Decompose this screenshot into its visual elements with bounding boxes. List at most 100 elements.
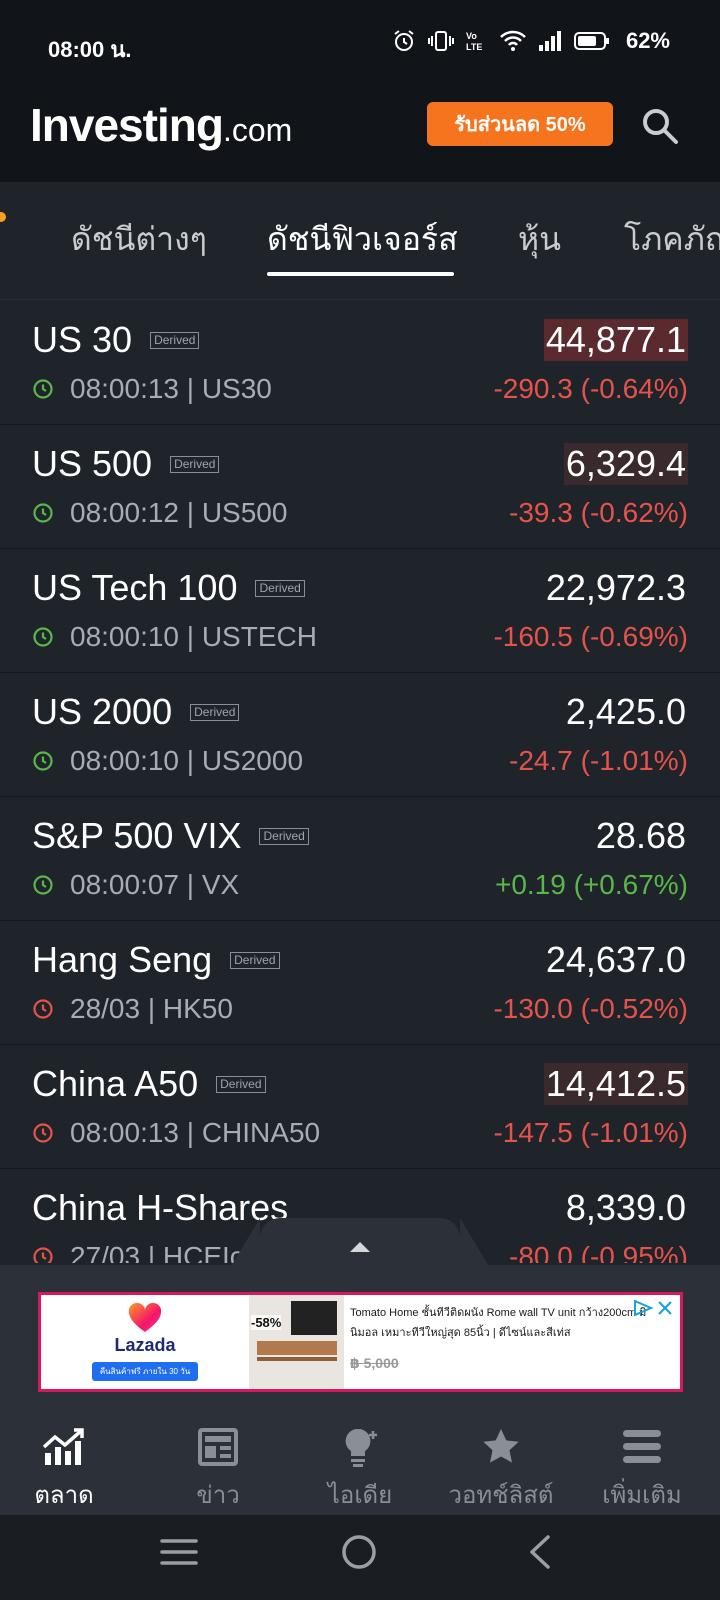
market-open-clock-icon bbox=[33, 875, 53, 895]
status-time: 08:00 น. bbox=[48, 37, 132, 62]
star-icon bbox=[483, 1429, 519, 1463]
active-tab-underline bbox=[267, 272, 454, 276]
derived-badge: Derived bbox=[259, 827, 309, 845]
market-chart-icon bbox=[42, 1428, 84, 1465]
instrument-meta: 08:00:10 | USTECH bbox=[70, 621, 317, 652]
instrument-row[interactable]: S&P 500 VIX Derived 28.68 08:00:07 | VX +… bbox=[0, 797, 720, 921]
instrument-price: 14,412.5 bbox=[543, 1063, 688, 1105]
instrument-price: 6,329.4 bbox=[563, 443, 688, 485]
instrument-name: US Tech 100 bbox=[32, 567, 238, 608]
nav-markets[interactable]: ตลาด bbox=[0, 1425, 134, 1514]
instrument-name: S&P 500 VIX bbox=[32, 815, 242, 856]
instrument-change: -160.5 (-0.69%) bbox=[493, 621, 688, 652]
category-tabs: ดัชนีต่างๆ ดัชนีฟิวเจอร์ส หุ้น โภคภัณ bbox=[0, 182, 720, 300]
recent-apps-icon bbox=[160, 1539, 198, 1565]
instrument-row[interactable]: US Tech 100 Derived 22,972.3 08:00:10 | U… bbox=[0, 549, 720, 673]
ad-brand-name: Lazada bbox=[114, 1335, 176, 1355]
ad-choices[interactable] bbox=[632, 1299, 674, 1317]
system-nav-bar bbox=[0, 1515, 720, 1600]
tab-stocks[interactable]: หุ้น bbox=[518, 214, 561, 265]
instrument-row[interactable]: China A50 Derived 14,412.5 08:00:13 | CHI… bbox=[0, 1045, 720, 1169]
derived-badge: Derived bbox=[170, 455, 220, 473]
instrument-row[interactable]: Hang Seng Derived 24,637.0 28/03 | HK50 -… bbox=[0, 921, 720, 1045]
instrument-change: -290.3 (-0.64%) bbox=[493, 373, 688, 404]
ad-collapse-handle[interactable] bbox=[230, 1218, 490, 1268]
market-open-clock-icon bbox=[33, 379, 53, 399]
instrument-price: 8,339.0 bbox=[565, 1187, 686, 1228]
derived-badge: Derived bbox=[190, 703, 240, 721]
signal-icon bbox=[538, 31, 561, 51]
tab-indicator-dot bbox=[0, 212, 6, 222]
instrument-change: +0.19 (+0.67%) bbox=[494, 869, 688, 900]
news-icon bbox=[198, 1428, 238, 1466]
instrument-row[interactable]: US 500 Derived 6,329.4 08:00:12 | US500 -… bbox=[0, 425, 720, 549]
nav-label: วอทช์ลิสต์ bbox=[448, 1482, 554, 1509]
ad-discount: -58% bbox=[251, 1315, 282, 1330]
ad-brand-panel: Lazada คืนสินค้าฟรี ภายใน 30 วัน bbox=[41, 1295, 249, 1389]
nav-ideas[interactable]: ไอเดีย bbox=[290, 1425, 430, 1514]
instrument-meta: 08:00:10 | US2000 bbox=[70, 745, 304, 776]
lightbulb-icon bbox=[345, 1428, 377, 1467]
nav-more[interactable]: เพิ่มเติม bbox=[572, 1425, 712, 1514]
instrument-change: -80.0 (-0.95%) bbox=[509, 1241, 688, 1263]
nav-watchlist[interactable]: วอทช์ลิสต์ bbox=[431, 1425, 571, 1514]
instrument-name: US 30 bbox=[32, 319, 133, 360]
nav-news[interactable]: ข่าว bbox=[148, 1425, 288, 1514]
market-open-clock-icon bbox=[33, 627, 53, 647]
derived-badge: Derived bbox=[230, 951, 280, 969]
market-closed-clock-icon bbox=[33, 999, 53, 1019]
ad-zone: Lazada คืนสินค้าฟรี ภายใน 30 วัน -58% To… bbox=[0, 1265, 720, 1407]
volte-icon: VoLTE bbox=[466, 31, 482, 52]
svg-text:LTE: LTE bbox=[466, 42, 482, 52]
instrument-change: -39.3 (-0.62%) bbox=[509, 497, 688, 528]
vibrate-icon bbox=[427, 31, 454, 51]
alarm-icon bbox=[394, 30, 414, 51]
tab-index-futures[interactable]: ดัชนีฟิวเจอร์ส bbox=[267, 214, 458, 265]
market-closed-clock-icon bbox=[33, 1123, 53, 1143]
chevron-up-icon bbox=[350, 1242, 370, 1252]
ad-banner[interactable]: Lazada คืนสินค้าฟรี ภายใน 30 วัน -58% To… bbox=[38, 1292, 683, 1392]
ad-title: Tomato Home ชั้นทีวีติดผนัง Rome wall TV… bbox=[350, 1307, 647, 1339]
instrument-price: 2,425.0 bbox=[565, 691, 686, 732]
tab-indices[interactable]: ดัชนีต่างๆ bbox=[71, 214, 207, 265]
search-button[interactable] bbox=[640, 106, 680, 146]
instrument-list: US 30 Derived 44,877.1 08:00:13 | US30 -2… bbox=[0, 301, 720, 1263]
instrument-price: 28.68 bbox=[595, 815, 686, 856]
svg-text:Vo: Vo bbox=[466, 31, 477, 41]
back-chevron-icon bbox=[530, 1535, 550, 1569]
instrument-row[interactable]: US 2000 Derived 2,425.0 08:00:10 | US2000… bbox=[0, 673, 720, 797]
battery-level: 62% bbox=[625, 28, 670, 53]
status-icons: Vo LTE 62% bbox=[392, 28, 670, 54]
instrument-change: -147.5 (-1.01%) bbox=[493, 1117, 688, 1148]
close-icon[interactable] bbox=[656, 1299, 674, 1317]
home-button[interactable] bbox=[340, 1535, 378, 1578]
ad-price: ฿ 5,000 bbox=[350, 1355, 399, 1371]
market-open-clock-icon bbox=[33, 503, 53, 523]
instrument-price: 24,637.0 bbox=[545, 939, 686, 980]
instrument-change: -24.7 (-1.01%) bbox=[509, 745, 688, 776]
ad-product-image: -58% bbox=[249, 1295, 344, 1389]
derived-badge: Derived bbox=[216, 1075, 266, 1093]
logo-main: Investing bbox=[30, 99, 224, 151]
recent-apps-button[interactable] bbox=[160, 1535, 198, 1574]
instrument-meta: 28/03 | HK50 bbox=[70, 993, 233, 1024]
instrument-name: China A50 bbox=[32, 1063, 199, 1104]
back-button[interactable] bbox=[526, 1535, 554, 1576]
battery-icon bbox=[573, 32, 609, 50]
investing-logo[interactable]: Investing.com bbox=[30, 98, 292, 152]
nav-label: ตลาด bbox=[34, 1482, 94, 1509]
instrument-meta: 08:00:13 | CHINA50 bbox=[70, 1117, 321, 1148]
logo-suffix: .com bbox=[222, 112, 293, 148]
tab-commodities[interactable]: โภคภัณ bbox=[624, 214, 720, 265]
derived-badge: Derived bbox=[150, 331, 200, 349]
instrument-row[interactable]: US 30 Derived 44,877.1 08:00:13 | US30 -2… bbox=[0, 301, 720, 425]
ad-copy: Tomato Home ชั้นทีวีติดผนัง Rome wall TV… bbox=[344, 1295, 680, 1389]
instrument-meta: 08:00:12 | US500 bbox=[70, 497, 288, 528]
nav-label: เพิ่มเติม bbox=[602, 1482, 682, 1509]
promo-discount-button[interactable]: รับส่วนลด 50% bbox=[427, 102, 613, 146]
app-header: Investing.com รับส่วนลด 50% bbox=[0, 84, 720, 182]
search-icon bbox=[643, 109, 678, 144]
lazada-heart-icon bbox=[128, 1303, 162, 1332]
adchoices-icon[interactable] bbox=[632, 1299, 654, 1317]
ad-brand-tag: คืนสินค้าฟรี ภายใน 30 วัน bbox=[91, 1362, 199, 1381]
